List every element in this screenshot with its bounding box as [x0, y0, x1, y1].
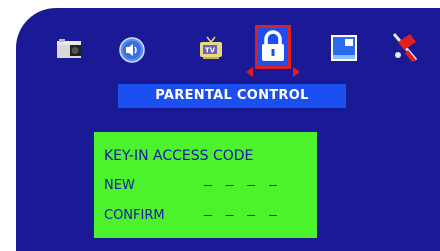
menu-icon-bar: TV	[16, 8, 440, 88]
page-title: PARENTAL CONTROL	[118, 84, 346, 108]
speaker-icon[interactable]	[119, 37, 145, 63]
tools-icon[interactable]	[388, 30, 422, 64]
picture-window-icon[interactable]	[330, 34, 358, 62]
confirm-code-label: CONFIRM	[104, 208, 165, 223]
access-code-heading: KEY-IN ACCESS CODE	[104, 148, 254, 164]
new-code-label: NEW	[104, 178, 135, 193]
tv-icon[interactable]: TV	[198, 35, 224, 61]
camera-icon[interactable]	[56, 38, 82, 60]
confirm-code-field[interactable]: — — — —	[204, 208, 280, 223]
svg-text:TV: TV	[205, 47, 216, 55]
access-code-panel: KEY-IN ACCESS CODE NEW — — — — CONFIRM —…	[94, 132, 317, 238]
left-arrow-icon[interactable]	[246, 67, 253, 77]
lock-menu-item-selected[interactable]	[246, 21, 300, 77]
lock-icon[interactable]	[255, 25, 291, 69]
right-arrow-icon[interactable]	[293, 67, 300, 77]
new-code-field[interactable]: — — — —	[204, 178, 280, 193]
osd-menu: TV PARENTAL CONTROL KEY-IN ACCESS CODE N…	[16, 8, 440, 251]
